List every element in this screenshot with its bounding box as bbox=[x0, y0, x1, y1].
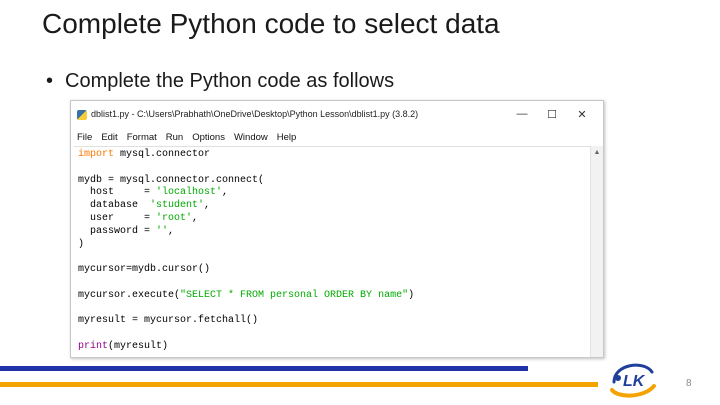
code-line[interactable]: mycursor=mydb.cursor() bbox=[78, 264, 591, 277]
code-line[interactable] bbox=[78, 251, 591, 264]
footer-bar-orange bbox=[0, 382, 598, 387]
code-token: mycursor.execute( bbox=[78, 289, 181, 301]
vertical-scrollbar[interactable]: ▲ bbox=[590, 146, 603, 357]
window-controls: — ☐ ✕ bbox=[507, 105, 597, 123]
code-token: database bbox=[78, 200, 151, 212]
python-app-icon bbox=[77, 110, 87, 120]
code-token: ) bbox=[78, 238, 85, 250]
menu-file[interactable]: File bbox=[77, 132, 92, 143]
menu-run[interactable]: Run bbox=[166, 132, 183, 143]
bullet-item: • Complete the Python code as follows bbox=[46, 70, 394, 93]
menu-edit[interactable]: Edit bbox=[101, 132, 117, 143]
code-line[interactable]: database 'student', bbox=[78, 200, 591, 213]
code-token: mycursor=mydb.cursor() bbox=[78, 264, 211, 276]
code-token: ) bbox=[408, 289, 415, 301]
code-token: mysql.connector bbox=[114, 149, 211, 160]
code-line[interactable]: print(myresult) bbox=[78, 341, 591, 354]
code-token: , bbox=[192, 212, 199, 224]
code-token: mydb = mysql.connector.connect( bbox=[78, 174, 265, 186]
code-token: , bbox=[204, 200, 211, 212]
menu-format[interactable]: Format bbox=[127, 132, 157, 143]
code-token: '' bbox=[156, 225, 169, 237]
footer-bar-blue bbox=[0, 366, 528, 371]
close-button[interactable]: ✕ bbox=[567, 105, 597, 123]
code-line[interactable]: mycursor.execute("SELECT * FROM personal… bbox=[78, 290, 591, 303]
slide-title: Complete Python code to select data bbox=[42, 8, 500, 39]
code-token: 'student' bbox=[150, 200, 205, 212]
code-line[interactable]: host = 'localhost', bbox=[78, 187, 591, 200]
code-line[interactable]: mydb = mysql.connector.connect( bbox=[78, 175, 591, 188]
code-line[interactable] bbox=[78, 277, 591, 290]
menubar: File Edit Format Run Options Window Help bbox=[71, 129, 603, 145]
logo-dot-icon bbox=[615, 375, 621, 381]
code-line[interactable]: import mysql.connector bbox=[78, 149, 591, 162]
menu-options[interactable]: Options bbox=[192, 132, 225, 143]
code-token: 'root' bbox=[156, 212, 193, 224]
minimize-button[interactable]: — bbox=[507, 105, 537, 123]
code-line[interactable] bbox=[78, 328, 591, 341]
code-line[interactable]: user = 'root', bbox=[78, 213, 591, 226]
window-title: dblist1.py - C:\Users\Prabhath\OneDrive\… bbox=[91, 109, 419, 119]
code-line[interactable] bbox=[78, 162, 591, 175]
code-text[interactable]: import mysql.connector mydb = mysql.conne… bbox=[74, 147, 591, 354]
window-titlebar[interactable]: dblist1.py - C:\Users\Prabhath\OneDrive\… bbox=[71, 101, 603, 129]
menu-window[interactable]: Window bbox=[234, 132, 268, 143]
bullet-symbol: • bbox=[46, 70, 54, 92]
bullet-text: Complete the Python code as follows bbox=[65, 70, 395, 92]
code-token: password = bbox=[78, 225, 157, 237]
lk-logo: LK bbox=[610, 363, 656, 398]
code-line[interactable]: myresult = mycursor.fetchall() bbox=[78, 315, 591, 328]
menu-help[interactable]: Help bbox=[277, 132, 297, 143]
code-token: (myresult) bbox=[108, 340, 169, 352]
code-token: , bbox=[222, 187, 229, 199]
code-line[interactable] bbox=[78, 303, 591, 316]
scroll-up-icon[interactable]: ▲ bbox=[591, 146, 603, 158]
code-token: 'localhost' bbox=[156, 187, 223, 199]
code-token: , bbox=[168, 225, 175, 237]
code-token: host = bbox=[78, 187, 157, 199]
maximize-button[interactable]: ☐ bbox=[537, 105, 567, 123]
code-token: user = bbox=[78, 212, 157, 224]
code-line[interactable]: password = '', bbox=[78, 226, 591, 239]
code-token: import bbox=[78, 149, 115, 160]
code-token: myresult = mycursor.fetchall() bbox=[78, 315, 259, 327]
code-editor[interactable]: import mysql.connector mydb = mysql.conne… bbox=[74, 146, 591, 357]
code-line[interactable]: ) bbox=[78, 239, 591, 252]
idle-editor-window: dblist1.py - C:\Users\Prabhath\OneDrive\… bbox=[70, 100, 604, 358]
page-number: 8 bbox=[686, 378, 692, 389]
code-token: "SELECT * FROM personal ORDER BY name" bbox=[180, 289, 409, 301]
code-token: print bbox=[78, 340, 109, 352]
logo-text: LK bbox=[623, 373, 646, 390]
